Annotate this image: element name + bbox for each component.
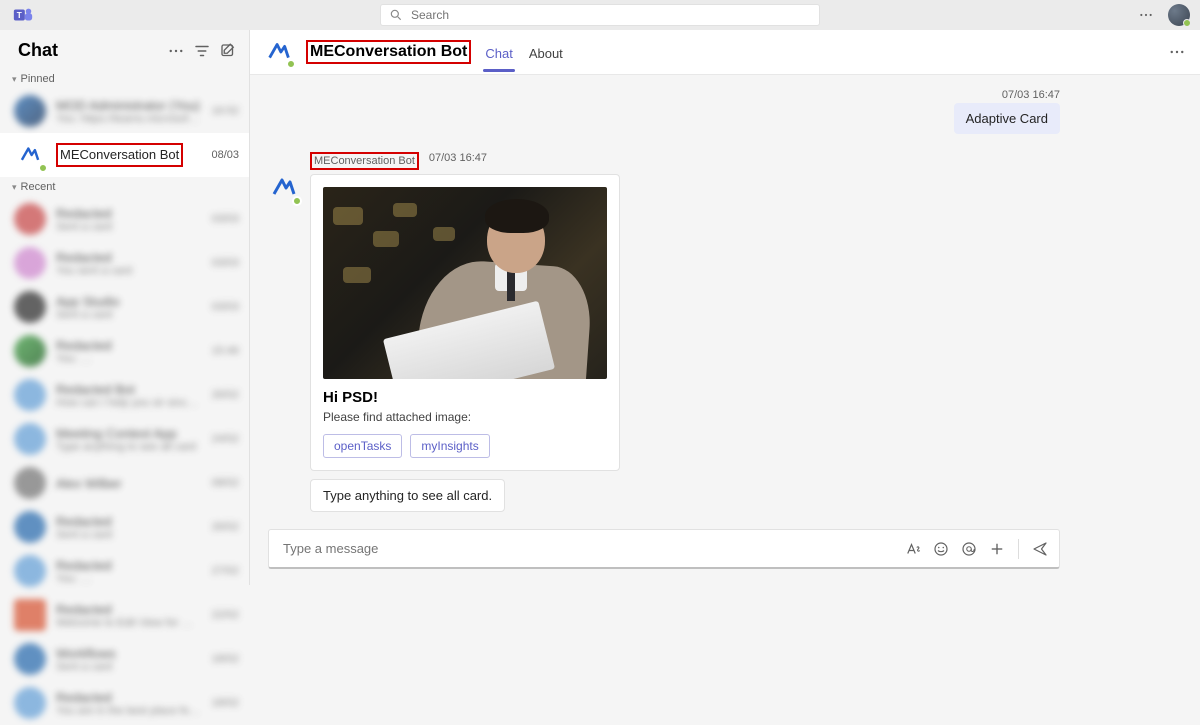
extensions-icon[interactable]: [988, 540, 1006, 558]
section-recent[interactable]: Recent: [0, 177, 249, 197]
search-icon: [389, 8, 403, 22]
message-timestamp: 07/03 16:47: [429, 152, 487, 170]
chat-item-active[interactable]: MEConversation Bot 08/03: [0, 133, 249, 177]
message-list[interactable]: 07/03 16:47 Adaptive Card MEConversation…: [250, 75, 1200, 521]
chat-item[interactable]: Meeting Context AppType anything to see …: [0, 417, 249, 461]
global-search[interactable]: [380, 4, 820, 26]
profile-avatar[interactable]: [1168, 4, 1190, 26]
chat-item-name: MEConversation Bot: [60, 147, 179, 162]
card-action-opentasks[interactable]: openTasks: [323, 434, 402, 458]
filter-icon[interactable]: [193, 42, 211, 60]
mention-icon[interactable]: [960, 540, 978, 558]
composer-input[interactable]: [283, 541, 894, 556]
message-timestamp: 07/03 16:47: [268, 89, 1060, 101]
tab-chat[interactable]: Chat: [483, 34, 514, 71]
more-icon[interactable]: [1138, 7, 1154, 23]
chat-sidebar: Chat Pinned MOD Administrator (You)You: …: [0, 30, 250, 585]
card-image: [323, 187, 607, 379]
bot-text-message: Type anything to see all card.: [310, 479, 505, 512]
presence-available-icon: [1183, 19, 1191, 27]
chat-item[interactable]: Redacted BotHow can I help you sir since…: [0, 373, 249, 417]
card-action-myinsights[interactable]: myInsights: [410, 434, 489, 458]
presence-available-icon: [292, 196, 302, 206]
chat-item[interactable]: RedactedSent a card03/03: [0, 197, 249, 241]
chat-item[interactable]: RedactedWelcome to Edit View for Microso…: [0, 593, 249, 637]
adaptive-card: Hi PSD! Please find attached image: open…: [310, 174, 620, 471]
bot-avatar: [268, 172, 300, 204]
chat-item[interactable]: RedactedYou sent a card03/03: [0, 241, 249, 285]
sidebar-title: Chat: [18, 40, 159, 61]
chat-content: MEConversation Bot Chat About 07/03 16:4…: [250, 30, 1200, 585]
chat-item[interactable]: MOD Administrator (You)You: https://team…: [0, 89, 249, 133]
chat-title: MEConversation Bot: [310, 43, 467, 60]
tab-about[interactable]: About: [527, 34, 565, 71]
chat-item[interactable]: WorkflowsSent a card18/02: [0, 637, 249, 681]
new-chat-icon[interactable]: [219, 42, 237, 60]
chat-item[interactable]: Alex Wilber08/02: [0, 461, 249, 505]
more-icon[interactable]: [1168, 43, 1186, 61]
title-bar: T: [0, 0, 1200, 30]
chat-item[interactable]: RedactedSent a card26/02: [0, 505, 249, 549]
bot-message: MEConversation Bot 07/03 16:47 Hi PSD!: [268, 152, 1060, 471]
more-icon[interactable]: [167, 42, 185, 60]
message-composer[interactable]: [268, 529, 1060, 569]
card-body: Please find attached image:: [323, 410, 607, 424]
section-pinned[interactable]: Pinned: [0, 69, 249, 89]
chat-header: MEConversation Bot Chat About: [250, 30, 1200, 75]
svg-text:T: T: [17, 11, 22, 20]
message-sender: MEConversation Bot: [314, 155, 415, 167]
bot-avatar: [264, 37, 294, 67]
chat-item[interactable]: RedactedYou: …27/02: [0, 549, 249, 593]
emoji-icon[interactable]: [932, 540, 950, 558]
outgoing-message: Adaptive Card: [954, 103, 1060, 134]
card-title: Hi PSD!: [323, 389, 607, 406]
presence-available-icon: [38, 163, 48, 173]
format-icon[interactable]: [904, 540, 922, 558]
chat-item[interactable]: RedactedYou: …15:46: [0, 329, 249, 373]
teams-logo-icon: T: [12, 4, 34, 26]
chat-item[interactable]: RedactedYou are in the best place for…18…: [0, 681, 249, 725]
chat-item-time: 08/03: [211, 149, 239, 161]
search-input[interactable]: [411, 8, 811, 22]
bot-avatar: [14, 139, 46, 171]
send-icon[interactable]: [1031, 540, 1049, 558]
chat-item[interactable]: App StudioSent a card03/03: [0, 285, 249, 329]
presence-available-icon: [286, 59, 296, 69]
